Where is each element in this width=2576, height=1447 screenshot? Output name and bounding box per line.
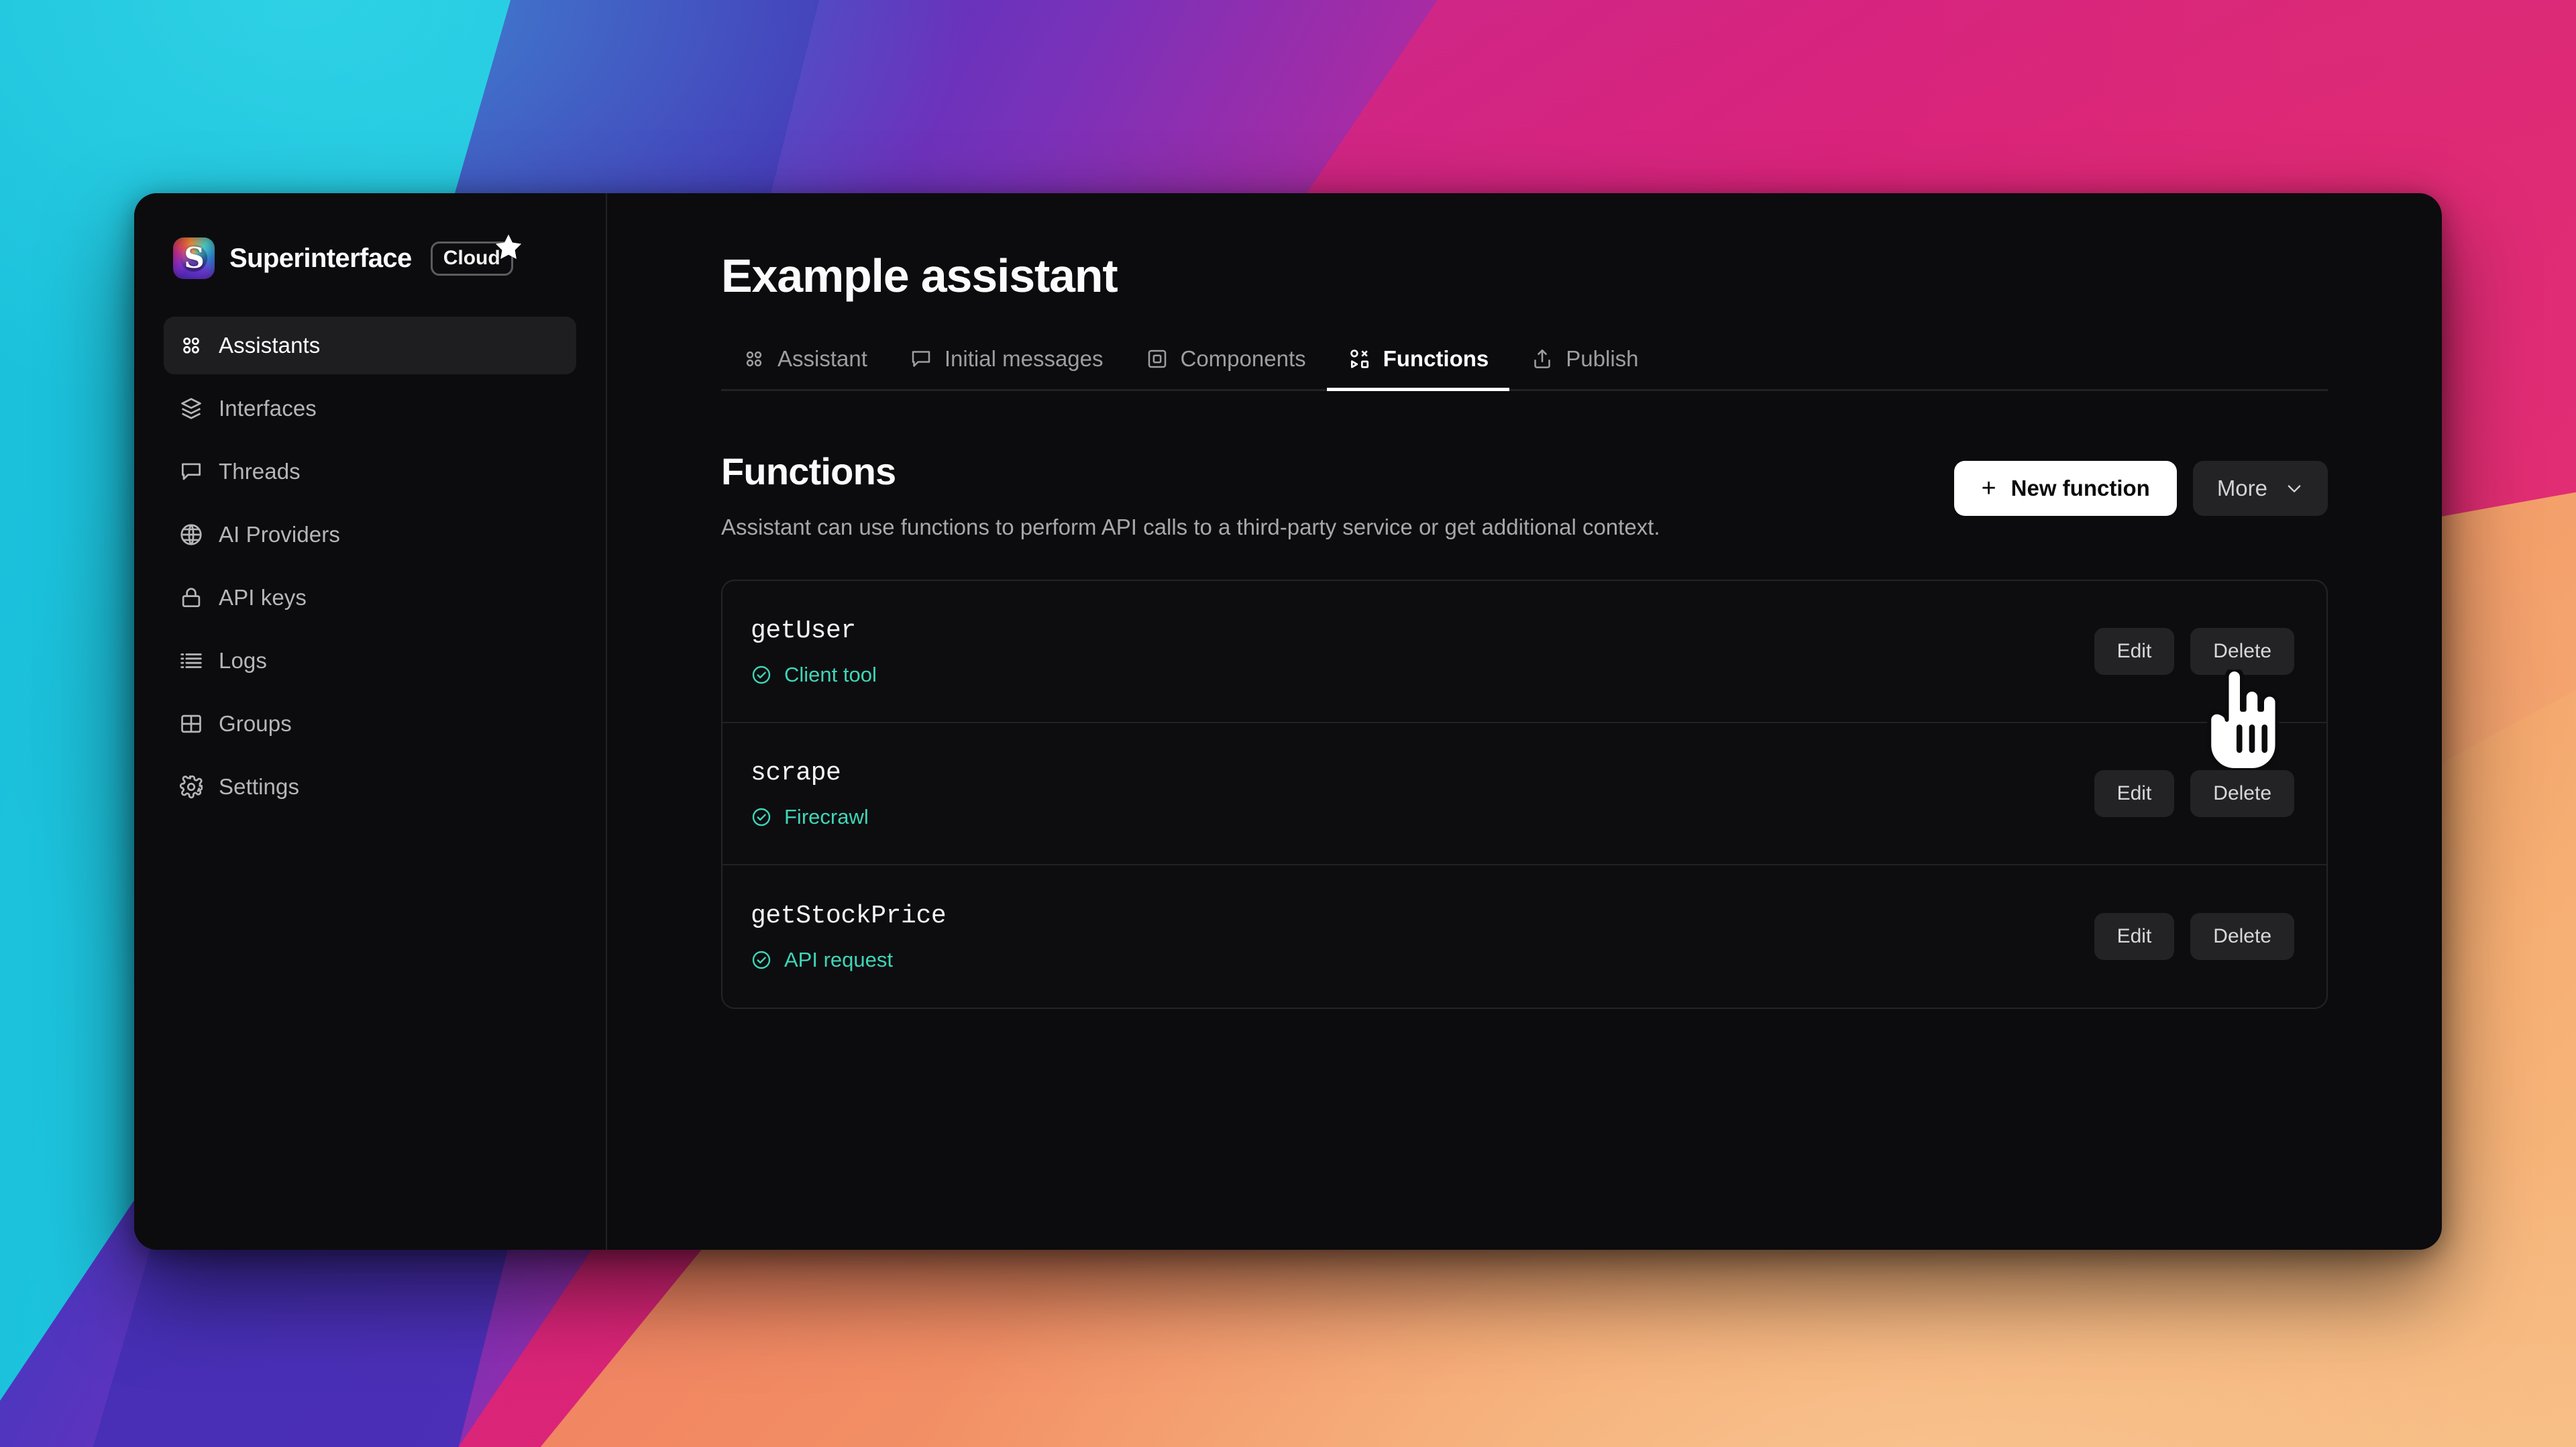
main-content: Example assistant Assistant Initial mess… — [607, 193, 2442, 1250]
table-row[interactable]: getUser Client tool Edit Delete — [722, 581, 2326, 724]
shapes-icon — [1350, 350, 1368, 368]
sidebar-item-label: Threads — [219, 459, 301, 484]
sidebar-item-ai-providers[interactable]: AI Providers — [164, 506, 576, 564]
function-name: scrape — [751, 758, 841, 788]
edit-button[interactable]: Edit — [2094, 628, 2175, 676]
sidebar-item-label: Settings — [219, 774, 300, 799]
tab-label: Components — [1180, 346, 1306, 371]
sidebar-item-label: Interfaces — [219, 396, 317, 421]
tab-label: Functions — [1383, 346, 1489, 371]
tab-initial-messages[interactable]: Initial messages — [888, 339, 1124, 389]
sidebar-item-threads[interactable]: Threads — [164, 443, 576, 500]
grid-dots-icon — [183, 337, 199, 354]
row-actions: Edit Delete — [2094, 628, 2294, 676]
function-type: Client tool — [751, 663, 877, 687]
more-button-label: More — [2216, 476, 2267, 500]
function-info: getUser Client tool — [751, 617, 877, 687]
section-title: Functions — [721, 450, 896, 492]
row-actions: Edit Delete — [2094, 770, 2294, 818]
layers-icon — [181, 398, 201, 419]
function-type: API request — [751, 948, 946, 972]
row-actions: Edit Delete — [2094, 913, 2294, 961]
check-circle-icon — [752, 951, 771, 969]
tab-label: Publish — [1566, 346, 1639, 371]
tab-components[interactable]: Components — [1124, 339, 1327, 389]
function-type-label: Firecrawl — [784, 804, 869, 828]
lock-icon — [182, 588, 201, 608]
tab-publish[interactable]: Publish — [1509, 339, 1659, 389]
sidebar-item-api-keys[interactable]: API keys — [164, 569, 576, 627]
function-name: getStockPrice — [751, 901, 947, 930]
section-header-text: Functions Assistant can use functions to… — [721, 453, 1660, 545]
table-row[interactable]: getStockPrice API request Edit Delete — [722, 865, 2326, 1008]
section-actions: + New function More — [1954, 453, 2328, 516]
function-info: scrape Firecrawl — [751, 759, 869, 829]
tab-label: Assistant — [777, 346, 867, 371]
edit-button[interactable]: Edit — [2094, 913, 2175, 961]
sidebar-item-label: Assistants — [219, 333, 321, 358]
delete-button[interactable]: Delete — [2190, 913, 2294, 961]
function-type-label: API request — [784, 947, 893, 971]
sidebar-item-label: Groups — [219, 711, 292, 736]
function-name: getUser — [751, 616, 856, 645]
check-circle-icon — [752, 808, 771, 826]
star-icon — [495, 234, 521, 259]
new-function-button[interactable]: + New function — [1954, 461, 2177, 516]
sidebar-item-label: Logs — [219, 648, 267, 673]
sidebar: S Superinterface Cloud Assistants Interf… — [134, 193, 607, 1250]
logo-letter: S — [184, 242, 204, 274]
delete-button[interactable]: Delete — [2190, 770, 2294, 818]
grid-dots-icon — [746, 351, 762, 367]
brand-name: Superinterface — [229, 243, 412, 273]
globe-icon — [180, 524, 202, 545]
sidebar-item-logs[interactable]: Logs — [164, 632, 576, 690]
sidebar-item-groups[interactable]: Groups — [164, 695, 576, 753]
function-type-label: Client tool — [784, 662, 877, 686]
tab-assistant[interactable]: Assistant — [721, 339, 888, 389]
new-function-button-label: New function — [2010, 476, 2150, 500]
functions-list: getUser Client tool Edit Delete scrape F… — [721, 580, 2328, 1010]
chevron-down-icon — [2288, 485, 2301, 492]
sidebar-item-interfaces[interactable]: Interfaces — [164, 380, 576, 437]
brand[interactable]: S Superinterface Cloud — [164, 229, 576, 287]
function-type: Firecrawl — [751, 805, 869, 829]
sidebar-item-settings[interactable]: Settings — [164, 758, 576, 816]
app-window: S Superinterface Cloud Assistants Interf… — [134, 193, 2442, 1250]
share-up-icon — [1534, 349, 1551, 368]
sidebar-item-label: API keys — [219, 585, 307, 610]
table-grid-icon — [181, 714, 201, 733]
page-title: Example assistant — [721, 250, 1118, 302]
superinterface-logo-icon: S — [173, 237, 215, 279]
component-icon — [1148, 350, 1166, 368]
tab-functions[interactable]: Functions — [1326, 339, 1510, 391]
function-info: getStockPrice API request — [751, 901, 947, 972]
delete-button[interactable]: Delete — [2190, 628, 2294, 676]
tab-label: Initial messages — [944, 346, 1104, 371]
sidebar-nav: Assistants Interfaces Threads AI Provide… — [164, 317, 576, 816]
chat-bubble-icon — [912, 351, 930, 367]
tab-bar: Assistant Initial messages Components Fu… — [721, 339, 2328, 391]
chat-bubble-icon — [181, 463, 201, 480]
section-header: Functions Assistant can use functions to… — [721, 453, 2328, 545]
sidebar-item-label: AI Providers — [219, 522, 340, 547]
table-row[interactable]: scrape Firecrawl Edit Delete — [722, 723, 2326, 866]
sidebar-item-assistants[interactable]: Assistants — [164, 317, 576, 374]
edit-button[interactable]: Edit — [2094, 770, 2175, 818]
check-circle-icon — [752, 665, 771, 684]
gear-icon — [179, 775, 203, 799]
plus-icon: + — [1981, 474, 1996, 502]
list-icon — [180, 653, 202, 668]
more-button[interactable]: More — [2192, 461, 2328, 516]
section-description: Assistant can use functions to perform A… — [721, 515, 1660, 539]
cloud-badge-wrapper: Cloud — [430, 234, 521, 276]
